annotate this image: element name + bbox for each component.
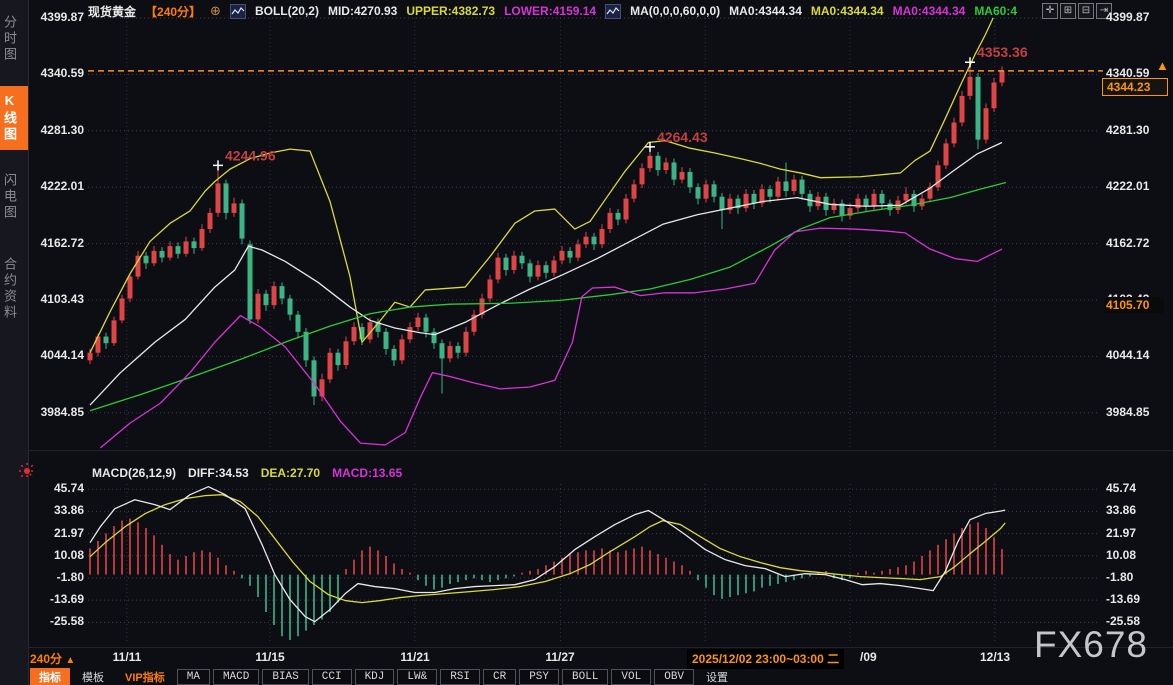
boll-params: BOLL(20,2): [255, 4, 319, 18]
macd-axis-label-right: 45.74: [1106, 481, 1168, 495]
sidebar-tab-1[interactable]: 分时图: [0, 6, 28, 72]
pane-layout-icon[interactable]: ⊞: [1060, 3, 1076, 19]
x-axis-label: 12/13: [980, 650, 1010, 664]
ma-params: MA(0,0,0,60,0,0): [630, 4, 720, 18]
y-axis-label-left: 4399.87: [28, 10, 84, 24]
crosshair-date-tooltip: 2025/12/02 23:00~03:00 二: [687, 649, 844, 669]
sidebar-tab-2[interactable]: K线图: [0, 86, 28, 150]
xaxis-row: 240分 ▲ 2025/12/02 23:00~03:00 二 11/11 11/…: [0, 649, 1173, 667]
macd-axis-label-right: 33.86: [1106, 503, 1168, 517]
ma60: MA60:4: [974, 4, 1017, 18]
y-axis-label-left: 3984.85: [28, 405, 84, 419]
last-price-badge: 4344.23: [1102, 78, 1168, 96]
macd-axis-label-right: 10.08: [1106, 548, 1168, 562]
y-axis-label-right: 4044.14: [1106, 348, 1168, 362]
y-axis-label-right: 4281.30: [1106, 123, 1168, 137]
ma0-white: MA0:4344.34: [729, 4, 802, 18]
y-axis-label-right: 4162.72: [1106, 236, 1168, 250]
toolbar-item-模板[interactable]: 模板: [73, 668, 113, 685]
toolbar-item-MACD[interactable]: MACD: [213, 669, 259, 685]
topbar: 现货黄金【240分】 ⊕ BOLL(20,2) MID:4270.93 UPPER:43…: [88, 3, 1017, 19]
alert-dot-icon[interactable]: [18, 462, 36, 485]
sidebar: 分时图 K线图闪电图合约资料: [0, 0, 29, 685]
toolbar-item-PSY[interactable]: PSY: [519, 669, 559, 685]
ma-indicator-icon[interactable]: [605, 4, 621, 19]
panel-divider: [28, 450, 1173, 451]
sidebar-tab-3[interactable]: 闪电图: [0, 164, 28, 230]
y-axis-label-left: 4340.59: [28, 66, 84, 80]
macd-axis-label-left: 21.97: [28, 526, 84, 540]
toolbar-item-KDJ[interactable]: KDJ: [355, 669, 395, 685]
period-value: 240分: [30, 652, 62, 666]
x-axis-label: /09: [860, 650, 877, 664]
toolbar-item-OBV[interactable]: OBV: [654, 669, 694, 685]
macd-axis-label-left: 45.74: [28, 481, 84, 495]
y-axis-label-left: 4044.14: [28, 348, 84, 362]
toolbar-item-指标[interactable]: 指标: [30, 668, 70, 685]
y-axis-label-left: 4103.43: [28, 292, 84, 306]
macd-axis-label-left: -1.80: [28, 570, 84, 584]
app-root: 4244.96 4264.43 4353.36 分时图 K线图闪电图合约资料 现货黄金…: [0, 0, 1173, 685]
ma0-magenta: MA0:4344.34: [893, 4, 966, 18]
price-up-arrow-icon: ▲: [1156, 58, 1169, 73]
toolbar-item-RSI[interactable]: RSI: [440, 669, 480, 685]
macd-axis-label-right: -13.69: [1106, 592, 1168, 606]
macd-axis-label-left: 10.08: [28, 548, 84, 562]
price-annotation: 4353.36: [977, 44, 1028, 60]
toolbar-item-MA[interactable]: MA: [177, 669, 210, 685]
toolbar-item-BIAS[interactable]: BIAS: [262, 669, 308, 685]
macd-header: MACD(26,12,9) DIFF:34.53 DEA:27.70 MACD:…: [92, 466, 402, 480]
toolbar-item-LW&[interactable]: LW&: [397, 669, 437, 685]
y-axis-label-right: 4399.87: [1106, 10, 1168, 24]
x-axis-label: 11/15: [255, 650, 284, 664]
x-axis-label: 11/11: [113, 650, 142, 664]
macd-axis-label-left: -13.69: [28, 592, 84, 606]
crosshair-icon[interactable]: ✛: [1042, 3, 1058, 19]
macd-title: MACD(26,12,9): [92, 466, 176, 480]
macd-diff-value: DIFF:34.53: [188, 466, 249, 480]
period-selector[interactable]: 240分 ▲: [30, 650, 75, 667]
indicator-toolbar: 指标模板VIP指标MAMACDBIASCCIKDJLW&RSICRPSYBOLL…: [30, 668, 737, 685]
watermark: FX678: [1034, 624, 1148, 666]
macd-axis-label-right: 21.97: [1106, 526, 1168, 540]
price-annotation: 4264.43: [657, 129, 708, 145]
toolbar-item-VIP指标[interactable]: VIP指标: [116, 668, 174, 685]
target-circle-icon[interactable]: ⊕: [210, 3, 221, 19]
symbol-name: 现货黄金: [88, 3, 136, 20]
macd-macd-value: MACD:13.65: [332, 466, 402, 480]
boll-lower: LOWER:4159.14: [504, 4, 596, 18]
price-annotation: 4244.96: [225, 147, 276, 163]
sidebar-tab-4[interactable]: 合约资料: [0, 244, 28, 334]
y-axis-label-right: 4222.01: [1106, 179, 1168, 193]
period-label: 【240分】: [145, 3, 201, 20]
boll-mid: MID:4270.93: [328, 4, 397, 18]
topbar-icons: ✛⊞⊟⇥: [1042, 3, 1112, 19]
xaxis-divider: [28, 647, 1173, 648]
macd-dea-value: DEA:27.70: [261, 466, 320, 480]
y-axis-label-right: 3984.85: [1106, 405, 1168, 419]
toolbar-item-BOLL[interactable]: BOLL: [562, 669, 608, 685]
toolbar-item-设置[interactable]: 设置: [697, 668, 737, 685]
macd-axis-label-left: 33.86: [28, 503, 84, 517]
x-axis-label: 11/27: [545, 650, 574, 664]
macd-axis-label-left: -25.58: [28, 614, 84, 628]
chart-canvas[interactable]: 4244.96 4264.43 4353.36: [0, 0, 1173, 685]
y-axis-label-left: 4222.01: [28, 179, 84, 193]
low-mark-badge: 4105.70: [1104, 297, 1164, 313]
y-axis-label-left: 4281.30: [28, 123, 84, 137]
toolbar-item-CCI[interactable]: CCI: [312, 669, 352, 685]
y-axis-label-left: 4162.72: [28, 236, 84, 250]
x-axis-label: 11/21: [400, 650, 429, 664]
ma0-yellow: MA0:4344.34: [811, 4, 884, 18]
toolbar-item-VOL[interactable]: VOL: [611, 669, 651, 685]
boll-indicator-icon[interactable]: [230, 4, 246, 19]
chevron-up-icon: ▲: [65, 655, 75, 666]
pane-chart-icon[interactable]: ⊟: [1078, 3, 1094, 19]
macd-axis-label-right: -1.80: [1106, 570, 1168, 584]
toolbar-item-CR[interactable]: CR: [483, 669, 516, 685]
boll-upper: UPPER:4382.73: [406, 4, 495, 18]
